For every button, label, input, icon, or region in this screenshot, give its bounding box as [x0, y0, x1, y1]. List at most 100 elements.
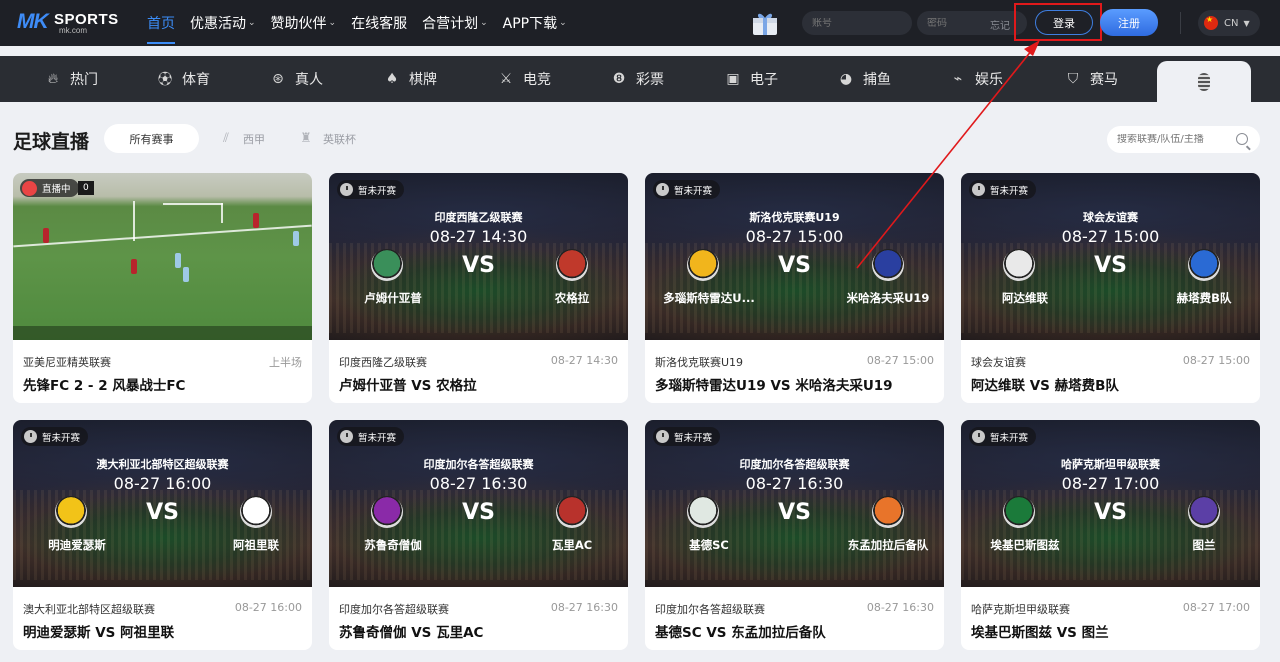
category-esports[interactable]: ⚔ 电竞: [497, 56, 551, 102]
home-team-name: 基德SC: [689, 538, 729, 552]
chevron-down-icon: ⌄: [559, 18, 567, 28]
language-label: CN: [1224, 17, 1239, 29]
thumbnail-time: 08-27 14:30: [429, 227, 528, 246]
match-card[interactable]: 暂未开赛 澳大利亚北部特区超级联赛 08-27 16:00 VS 明迪爱瑟斯 阿…: [13, 420, 312, 650]
clock-icon: [656, 183, 669, 196]
match-card[interactable]: 暂未开赛 印度加尔各答超级联赛 08-27 16:30 VS 基德SC 东孟加拉…: [645, 420, 944, 650]
match-card[interactable]: 暂未开赛 印度加尔各答超级联赛 08-27 16:30 VS 苏鲁奇僧伽 瓦里A…: [329, 420, 628, 650]
logo-mk: MK: [17, 10, 49, 33]
logo-domain: mk.com: [59, 26, 87, 35]
china-flag-icon: [1204, 15, 1218, 30]
away-team-logo-icon: [872, 249, 904, 281]
match-title: 多瑙斯特雷达U19 VS 米哈洛夫采U19: [655, 378, 893, 394]
away-team-logo-icon: [556, 496, 588, 528]
home-team-logo-icon: [371, 249, 403, 281]
filter-all-events[interactable]: 所有赛事: [104, 124, 199, 153]
match-thumbnail[interactable]: 暂未开赛 印度加尔各答超级联赛 08-27 16:30 VS 基德SC 东孟加拉…: [645, 420, 944, 587]
live-video: [13, 173, 312, 340]
match-info: 球会友谊赛 08-27 15:00 阿达维联 VS 赫塔费B队: [961, 340, 1260, 403]
login-button[interactable]: 登录: [1035, 10, 1093, 35]
category-live-stream-tab[interactable]: [1157, 61, 1251, 102]
nav-support[interactable]: 在线客服: [351, 0, 407, 46]
nav-affiliate[interactable]: 合营计划 ⌄: [422, 0, 488, 46]
home-team-logo-icon: [1003, 496, 1035, 528]
match-time: 08-27 15:00: [1182, 354, 1250, 367]
chip-icon: ⊛: [272, 71, 284, 87]
nav-sponsors[interactable]: 赞助伙伴 ⌄: [271, 0, 337, 46]
match-info: 斯洛伐克联赛U19 08-27 15:00 多瑙斯特雷达U19 VS 米哈洛夫采…: [645, 340, 944, 403]
not-started-badge: 暂未开赛: [969, 427, 1037, 446]
match-thumbnail[interactable]: 暂未开赛 澳大利亚北部特区超级联赛 08-27 16:00 VS 明迪爱瑟斯 阿…: [13, 420, 312, 587]
match-title: 基德SC VS 东孟加拉后备队: [655, 625, 826, 641]
search-input[interactable]: [1117, 134, 1232, 145]
not-started-badge: 暂未开赛: [337, 427, 405, 446]
away-team-logo-icon: [872, 496, 904, 528]
away-team-logo-icon: [1188, 249, 1220, 281]
thumbnail-time: 08-27 15:00: [745, 227, 844, 246]
nav-promotions[interactable]: 优惠活动 ⌄: [190, 0, 256, 46]
password-field[interactable]: [917, 11, 1027, 35]
filter-efl-cup[interactable]: ♜ 英联杯: [299, 124, 356, 153]
fish-icon: ◕: [839, 71, 853, 87]
match-card-live[interactable]: 直播中 0 亚美尼亚精英联赛 上半场 先锋FC 2 - 2 风暴战士FC: [13, 173, 312, 403]
match-time: 08-27 15:00: [866, 354, 934, 367]
search-box[interactable]: [1107, 126, 1260, 153]
category-hot[interactable]: 🔥︎ 热门: [44, 56, 98, 102]
category-entertainment[interactable]: ⌁ 娱乐: [949, 56, 1003, 102]
match-title: 先锋FC 2 - 2 风暴战士FC: [23, 378, 186, 394]
match-title: 阿达维联 VS 赫塔费B队: [971, 378, 1119, 394]
video-controls[interactable]: [13, 326, 312, 340]
score-overlay: 0: [78, 181, 94, 195]
swords-icon: ⚔: [499, 71, 513, 87]
clock-icon: [340, 430, 353, 443]
trophy-icon: ♜: [300, 131, 312, 146]
match-thumbnail[interactable]: 暂未开赛 印度西隆乙级联赛 08-27 14:30 VS 卢姆什亚普 农格拉: [329, 173, 628, 340]
match-thumbnail[interactable]: 暂未开赛 印度加尔各答超级联赛 08-27 16:30 VS 苏鲁奇僧伽 瓦里A…: [329, 420, 628, 587]
home-team-name: 苏鲁奇僧伽: [364, 538, 422, 552]
live-video-thumbnail[interactable]: 直播中 0: [13, 173, 312, 340]
category-lottery[interactable]: ❽ 彩票: [610, 56, 664, 102]
category-slots[interactable]: ▣ 电子: [724, 56, 778, 102]
language-selector[interactable]: CN ▼: [1198, 10, 1260, 36]
match-card[interactable]: 暂未开赛 印度西隆乙级联赛 08-27 14:30 VS 卢姆什亚普 农格拉 印…: [329, 173, 628, 403]
category-horse-racing[interactable]: ⛉ 赛马: [1064, 56, 1118, 102]
soccer-ball-icon: ⚽︎: [158, 72, 172, 88]
away-team-name: 瓦里AC: [551, 538, 593, 552]
category-cards[interactable]: ♠ 棋牌: [383, 56, 437, 102]
gift-icon[interactable]: [750, 9, 780, 37]
account-input[interactable]: [812, 17, 902, 29]
match-time: 08-27 16:30: [550, 601, 618, 614]
password-input[interactable]: [927, 17, 987, 29]
match-thumbnail[interactable]: 暂未开赛 斯洛伐克联赛U19 08-27 15:00 VS 多瑙斯特雷达U...…: [645, 173, 944, 340]
match-card[interactable]: 暂未开赛 哈萨克斯坦甲级联赛 08-27 17:00 VS 埃基巴斯图兹 图兰 …: [961, 420, 1260, 650]
match-thumbnail[interactable]: 暂未开赛 球会友谊赛 08-27 15:00 VS 阿达维联 赫塔费B队: [961, 173, 1260, 340]
filter-la-liga[interactable]: ⫽ 西甲: [219, 124, 265, 153]
match-title: 埃基巴斯图兹 VS 图兰: [971, 625, 1109, 641]
nav-home[interactable]: 首页: [147, 0, 175, 46]
clock-icon: [24, 430, 37, 443]
nav-app-download[interactable]: APP下载 ⌄: [503, 0, 567, 46]
away-team-name: 农格拉: [554, 291, 590, 305]
search-icon[interactable]: [1236, 133, 1248, 145]
category-fishing[interactable]: ◕ 捕鱼: [837, 56, 891, 102]
account-field[interactable]: [802, 11, 912, 35]
match-thumbnail[interactable]: 暂未开赛 哈萨克斯坦甲级联赛 08-27 17:00 VS 埃基巴斯图兹 图兰: [961, 420, 1260, 587]
clock-icon: [972, 183, 985, 196]
home-team-logo-icon: [687, 496, 719, 528]
away-team-name: 米哈洛夫采U19: [846, 291, 930, 305]
match-info: 澳大利亚北部特区超级联赛 08-27 16:00 明迪爱瑟斯 VS 阿祖里联: [13, 587, 312, 650]
register-button[interactable]: 注册: [1100, 9, 1158, 36]
category-sports[interactable]: ⚽︎ 体育: [156, 56, 210, 102]
microphone-icon: [1198, 72, 1210, 91]
site-logo[interactable]: MK SPORTS mk.com: [17, 10, 127, 36]
chevron-down-icon: ⌄: [248, 18, 256, 28]
match-card[interactable]: 暂未开赛 斯洛伐克联赛U19 08-27 15:00 VS 多瑙斯特雷达U...…: [645, 173, 944, 403]
match-info: 哈萨克斯坦甲级联赛 08-27 17:00 埃基巴斯图兹 VS 图兰: [961, 587, 1260, 650]
match-info: 印度加尔各答超级联赛 08-27 16:30 苏鲁奇僧伽 VS 瓦里AC: [329, 587, 628, 650]
chevron-down-icon: ▼: [1243, 18, 1250, 28]
match-card[interactable]: 暂未开赛 球会友谊赛 08-27 15:00 VS 阿达维联 赫塔费B队 球会友…: [961, 173, 1260, 403]
thumbnail-time: 08-27 15:00: [1061, 227, 1160, 246]
live-signal-icon: [22, 180, 37, 196]
forgot-password-link[interactable]: 忘记: [990, 17, 1010, 32]
category-live-casino[interactable]: ⊛ 真人: [269, 56, 323, 102]
